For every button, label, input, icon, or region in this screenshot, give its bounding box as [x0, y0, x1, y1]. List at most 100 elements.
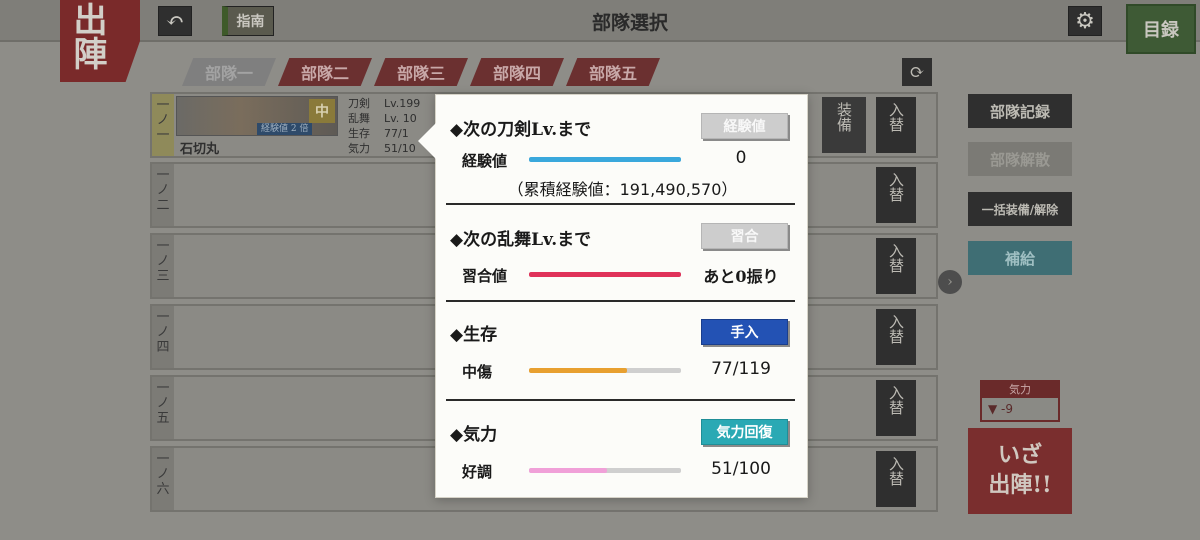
slot-label: 一ノ四	[152, 306, 174, 368]
team-disband-label: 部隊解散	[989, 150, 1050, 169]
rank-badge: 中	[309, 99, 335, 123]
swap-label: 入替	[887, 456, 905, 486]
swap-button[interactable]: 入替	[876, 238, 916, 294]
sortie-go-button[interactable]: いざ 出陣!!	[968, 428, 1072, 514]
swap-label: 入替	[887, 314, 905, 344]
swap-button[interactable]: 入替	[876, 309, 916, 365]
settings-button[interactable]: ⚙	[1068, 6, 1102, 36]
survival-bar-fill	[529, 368, 628, 373]
merge-value: あと0振り	[703, 267, 779, 286]
merge-value-label: 習合値	[462, 267, 508, 285]
morale-value: 51/100	[711, 459, 771, 479]
slot-label: 一ノ一	[152, 94, 174, 156]
survival-title: ◆生存	[450, 325, 498, 345]
back-button[interactable]: ↶	[158, 6, 192, 36]
go-label-line1: いざ	[997, 442, 1042, 468]
stat-value: 77/1	[384, 127, 409, 140]
morale-recover-button[interactable]: 気力回復	[701, 419, 788, 445]
morale-title: ◆気力	[450, 425, 498, 445]
swap-button[interactable]: 入替	[876, 451, 916, 507]
catalog-button[interactable]: 目録	[1126, 4, 1196, 54]
merge-button-label: 習合	[730, 229, 759, 245]
team-disband-button[interactable]: 部隊解散	[968, 142, 1072, 176]
slot-label: 一ノ五	[152, 377, 174, 439]
morale-value: ▼ -9	[988, 402, 1014, 416]
tab-team-4[interactable]: 部隊四	[470, 58, 564, 86]
bulk-equip-label: 一括装備/解除	[981, 202, 1059, 217]
sword-level-title: ◆次の刀剣Lv.まで	[450, 120, 592, 140]
stat-value: 51/10	[384, 142, 416, 155]
merge-bar	[529, 272, 681, 277]
team-record-label: 部隊記録	[989, 102, 1050, 121]
stat-value: Lv. 10	[384, 112, 417, 125]
merge-bar-fill	[529, 272, 681, 277]
swap-label: 入替	[887, 102, 905, 132]
sword-portrait[interactable]: 中 経験値 2 倍	[176, 96, 338, 136]
section-divider	[446, 300, 795, 302]
stat-label: 生存	[348, 127, 370, 140]
experience-label: 経験値	[462, 152, 508, 170]
repair-button-label: 手入	[730, 325, 759, 341]
supply-label: 補給	[1004, 249, 1035, 268]
stat-label: 気力	[348, 142, 370, 155]
guide-label: 指南	[236, 14, 265, 30]
merge-button[interactable]: 習合	[701, 223, 788, 249]
guide-button[interactable]: 指南	[222, 6, 274, 36]
sword-name: 石切丸	[180, 142, 220, 157]
bulk-equip-button[interactable]: 一括装備/解除	[968, 192, 1072, 226]
slot-label: 一ノ六	[152, 448, 174, 510]
next-arrow-icon[interactable]: ›	[938, 270, 962, 294]
back-arrow-icon: ↶	[165, 8, 185, 34]
popup-pointer	[418, 123, 436, 159]
experience-button[interactable]: 経験値	[701, 113, 788, 139]
swap-button[interactable]: 入替	[876, 97, 916, 153]
morale-title: 気力	[982, 382, 1058, 398]
supply-button[interactable]: 補給	[968, 241, 1072, 275]
stat-label: 乱舞	[348, 112, 370, 125]
go-label-line2: 出陣!!	[988, 472, 1052, 498]
morale-recover-label: 気力回復	[716, 425, 773, 441]
condition-label: 好調	[462, 463, 493, 481]
morale-bar	[529, 468, 681, 473]
swap-label: 入替	[887, 172, 905, 202]
injury-label: 中傷	[462, 363, 493, 381]
section-divider	[446, 399, 795, 401]
section-divider	[446, 203, 795, 205]
swap-button[interactable]: 入替	[876, 380, 916, 436]
morale-indicator: 気力 ▼ -9	[980, 380, 1060, 422]
experience-bar-fill	[529, 157, 681, 162]
stat-value: Lv.199	[384, 97, 421, 110]
experience-bar	[529, 157, 681, 162]
exp-bonus-badge: 経験値 2 倍	[257, 123, 313, 135]
survival-value: 77/119	[711, 359, 771, 379]
sortie-label: 出陣	[67, 2, 107, 70]
tab-team-1[interactable]: 部隊一	[182, 58, 276, 86]
slot-label: 一ノ二	[152, 164, 174, 226]
sortie-flag[interactable]: 出陣	[60, 0, 140, 82]
page-title: 部隊選択	[591, 12, 668, 34]
repair-button[interactable]: 手入	[701, 319, 788, 345]
swap-label: 入替	[887, 243, 905, 273]
stat-values: Lv.199 Lv. 10 77/1 51/10	[384, 96, 420, 156]
tab-team-3[interactable]: 部隊三	[374, 58, 468, 86]
swap-label: 入替	[887, 385, 905, 415]
equip-button[interactable]: 装備	[822, 97, 866, 153]
survival-bar	[529, 368, 681, 373]
tab-team-2[interactable]: 部隊二	[278, 58, 372, 86]
catalog-label: 目録	[1143, 20, 1179, 41]
refresh-button[interactable]: ⟳	[902, 58, 932, 86]
status-popup: ◆次の刀剣Lv.まで 経験値 経験値 0 （累積経験値：191,490,570）…	[418, 94, 808, 498]
experience-button-label: 経験値	[723, 119, 766, 135]
swap-button[interactable]: 入替	[876, 167, 916, 223]
gear-icon: ⚙	[1075, 8, 1095, 34]
tab-team-5[interactable]: 部隊五	[566, 58, 660, 86]
experience-value: 0	[735, 148, 747, 168]
morale-bar-fill	[529, 468, 607, 473]
equip-label: 装備	[835, 102, 853, 132]
team-record-button[interactable]: 部隊記録	[968, 94, 1072, 128]
stat-label: 刀剣	[348, 97, 370, 110]
team-tabs: 部隊一 部隊二 部隊三 部隊四 部隊五	[182, 58, 660, 86]
refresh-icon: ⟳	[909, 61, 925, 83]
slot-label: 一ノ三	[152, 235, 174, 297]
ranbu-level-title: ◆次の乱舞Lv.まで	[450, 230, 592, 250]
